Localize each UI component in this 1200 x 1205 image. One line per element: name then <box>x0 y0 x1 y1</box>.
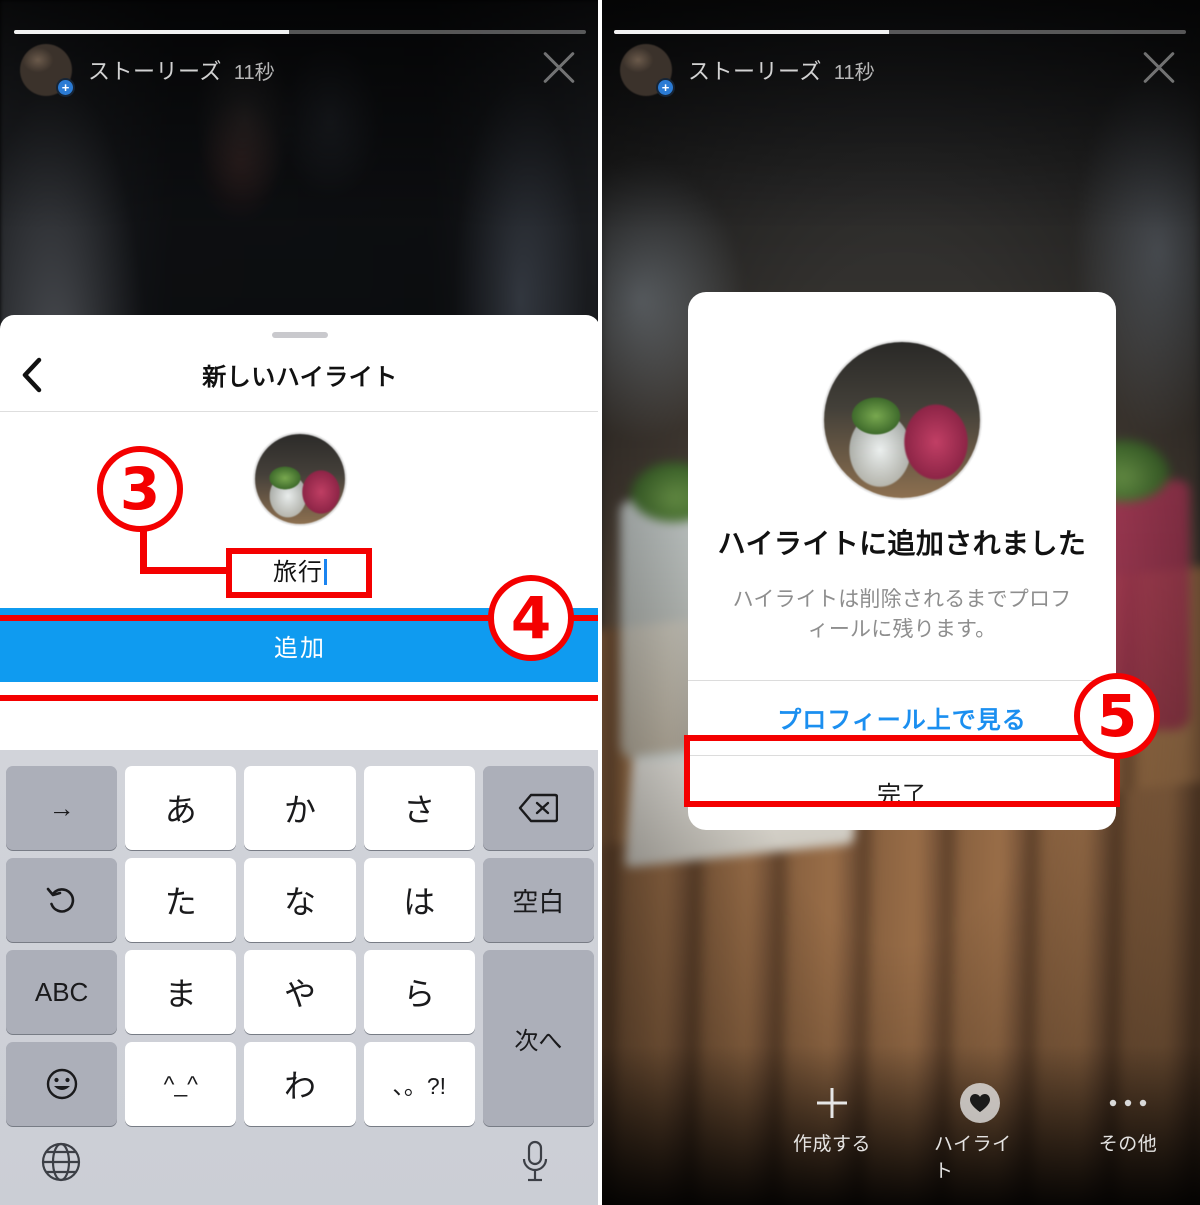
keyboard-grid: → あ か さ た な は 空白 ABC ま や ら 次へ ^_^ わ 、。?! <box>6 766 594 1126</box>
close-x-icon[interactable] <box>536 44 582 90</box>
more-tool-label: その他 <box>1098 1134 1158 1155</box>
cursor-right-key[interactable]: → <box>6 766 118 850</box>
highlight-name-input[interactable]: 旅行 <box>240 546 360 593</box>
story-header: + ストーリーズ 11秒 <box>20 44 275 97</box>
key-label: や <box>283 976 316 1012</box>
backspace-key[interactable] <box>482 766 594 850</box>
kana-na-key[interactable]: な <box>244 858 356 942</box>
microphone-icon[interactable] <box>518 1139 552 1190</box>
kana-wa-key[interactable]: わ <box>244 1042 356 1126</box>
abc-mode-key[interactable]: ABC <box>6 950 118 1034</box>
emoji-key[interactable] <box>6 1042 118 1126</box>
view-on-profile-label: プロフィール上で見る <box>777 707 1027 735</box>
story-timestamp: 11秒 <box>833 61 875 84</box>
key-label: ABC <box>34 976 89 1007</box>
top-scrim <box>600 0 1200 230</box>
story-header: + ストーリーズ 11秒 <box>620 44 875 97</box>
key-label: な <box>283 884 316 920</box>
highlight-name-value: 旅行 <box>273 558 323 586</box>
key-label: 空白 <box>512 886 565 917</box>
highlight-name-row: 旅行 <box>0 546 600 593</box>
story-timestamp: 11秒 <box>233 61 275 84</box>
key-label: か <box>283 792 316 828</box>
undo-key[interactable] <box>6 858 118 942</box>
japanese-keyboard: → あ か さ た な は 空白 ABC ま や ら 次へ ^_^ わ 、。?! <box>0 750 600 1205</box>
heart-icon <box>960 1081 1000 1125</box>
kaomoji-key[interactable]: ^_^ <box>125 1042 237 1126</box>
key-label: わ <box>283 1068 316 1104</box>
key-label: た <box>164 884 197 920</box>
story-label: ストーリーズ <box>88 59 222 84</box>
create-tool-label: 作成する <box>792 1134 871 1155</box>
kana-ma-key[interactable]: ま <box>125 950 237 1034</box>
key-label: 次へ <box>514 1027 563 1055</box>
highlight-added-dialog: ハイライトに追加されました ハイライトは削除されるまでプロフィールに残ります。 … <box>688 292 1116 830</box>
story-label: ストーリーズ <box>688 59 822 84</box>
key-label: あ <box>164 792 197 828</box>
highlight-tool[interactable]: ハイライト <box>934 1081 1026 1183</box>
space-key[interactable]: 空白 <box>482 858 594 942</box>
kana-ta-key[interactable]: た <box>125 858 237 942</box>
kana-a-key[interactable]: あ <box>125 766 237 850</box>
key-label: → <box>48 792 75 823</box>
key-label: は <box>403 884 436 920</box>
key-label: ^_^ <box>163 1070 198 1097</box>
key-label: さ <box>403 792 436 828</box>
sheet-title: 新しいハイライト <box>202 364 398 391</box>
highlight-tool-label: ハイライト <box>934 1134 1012 1182</box>
globe-icon[interactable] <box>40 1141 82 1188</box>
punctuation-key[interactable]: 、。?! <box>363 1042 475 1126</box>
story-progress-bar <box>14 30 586 34</box>
key-label: 、。?! <box>392 1073 447 1099</box>
keyboard-bottom-row <box>0 1133 600 1205</box>
highlight-cover-photo <box>822 340 982 500</box>
kana-ha-key[interactable]: は <box>363 858 475 942</box>
kana-ya-key[interactable]: や <box>244 950 356 1034</box>
done-button[interactable]: 完了 <box>688 756 1116 830</box>
highlight-cover-area: 旅行 <box>0 412 600 608</box>
story-progress-bar <box>614 30 1186 34</box>
key-label: ま <box>164 976 197 1012</box>
ellipsis-icon <box>1107 1081 1149 1125</box>
dialog-body: ハイライトは削除されるまでプロフィールに残ります。 <box>732 587 1072 642</box>
backspace-icon <box>519 793 559 823</box>
more-tool[interactable]: その他 <box>1082 1081 1174 1156</box>
close-x-icon[interactable] <box>1136 44 1182 90</box>
chevron-left-icon[interactable] <box>14 357 50 393</box>
left-screenshot-panel: + ストーリーズ 11秒 新しいハイライト 旅行 追加 → あ か さ た な … <box>0 0 600 1205</box>
next-key[interactable]: 次へ <box>482 950 594 1126</box>
undo-icon <box>46 887 74 913</box>
dialog-title: ハイライトに追加されました <box>717 528 1087 559</box>
top-scrim <box>0 0 600 230</box>
create-tool[interactable]: 作成する <box>786 1081 878 1156</box>
add-to-story-plus-icon[interactable]: + <box>56 78 75 97</box>
sheet-navbar: 新しいハイライト <box>0 338 600 412</box>
add-button-label: 追加 <box>274 634 326 662</box>
panel-divider <box>598 0 602 1205</box>
add-to-story-plus-icon[interactable]: + <box>656 78 675 97</box>
right-screenshot-panel: + ストーリーズ 11秒 ハイライトに追加されました ハイライトは削除されるまで… <box>600 0 1200 1205</box>
emoji-smiley-icon <box>46 1068 77 1100</box>
done-label: 完了 <box>877 782 927 810</box>
avatar[interactable]: + <box>20 44 75 97</box>
text-caret <box>324 558 327 585</box>
key-label: ら <box>403 976 436 1012</box>
story-bottom-toolbar: 作成する ハイライト その他 <box>786 1081 1174 1183</box>
avatar[interactable]: + <box>620 44 675 97</box>
add-button[interactable]: 追加 <box>0 608 600 682</box>
new-highlight-sheet: 新しいハイライト 旅行 追加 → あ か さ た な は 空白 ABC ま や … <box>0 315 600 1205</box>
tutorial-screenshot: + ストーリーズ 11秒 新しいハイライト 旅行 追加 → あ か さ た な … <box>0 0 1200 1205</box>
kana-ka-key[interactable]: か <box>244 766 356 850</box>
view-on-profile-button[interactable]: プロフィール上で見る <box>688 681 1116 755</box>
highlight-cover-photo[interactable] <box>253 431 347 526</box>
plus-icon <box>812 1081 852 1125</box>
kana-sa-key[interactable]: さ <box>363 766 475 850</box>
kana-ra-key[interactable]: ら <box>363 950 475 1034</box>
